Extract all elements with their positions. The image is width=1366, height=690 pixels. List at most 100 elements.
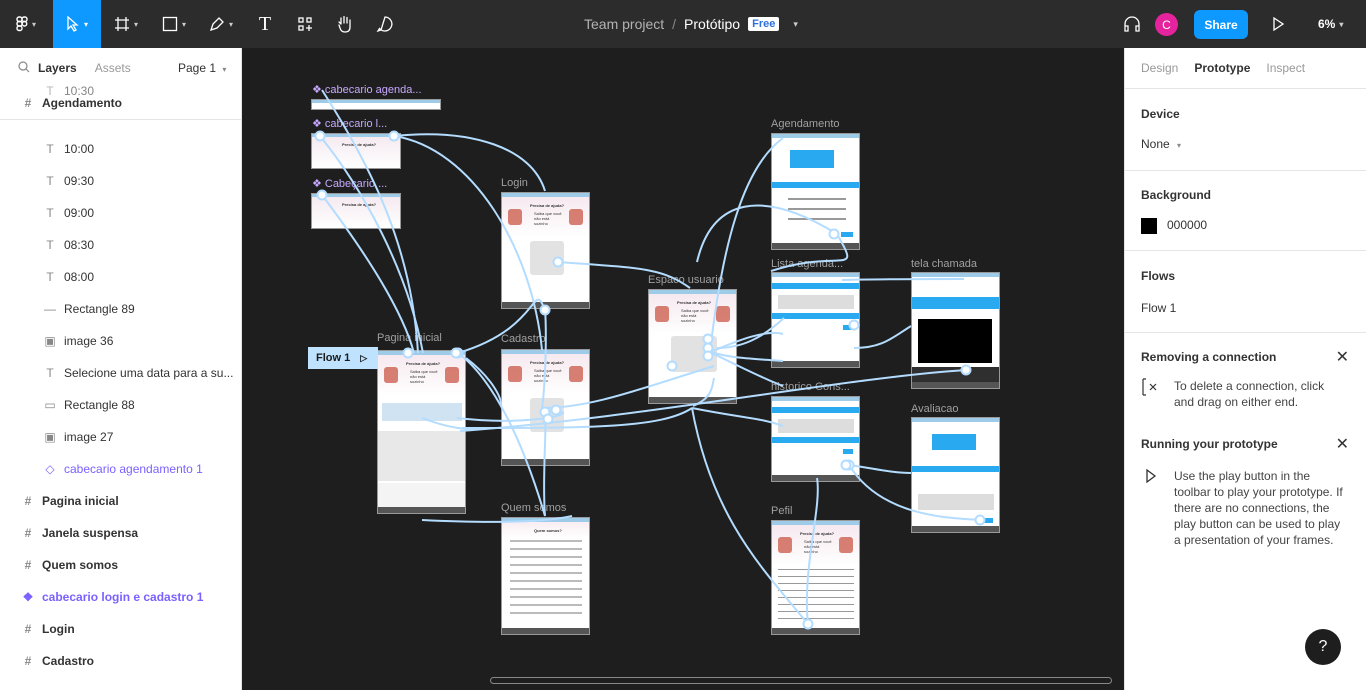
tip-body: To delete a connection, click and drag o… [1174, 379, 1325, 409]
frame-label-text: cabecario l... [324, 118, 388, 130]
resources-button[interactable] [290, 0, 320, 48]
file-name[interactable]: Protótipo [684, 16, 740, 32]
tab-assets[interactable]: Assets [95, 61, 131, 75]
play-icon[interactable]: ▷ [360, 353, 367, 364]
frame-label[interactable]: tela chamada [911, 258, 977, 270]
header-bar [312, 194, 400, 197]
layer-item[interactable]: T 10:00 [0, 133, 241, 165]
help-button[interactable]: ? [1305, 629, 1341, 665]
device-select[interactable]: None ▾ [1141, 137, 1351, 151]
layer-item[interactable]: # Quem somos [0, 549, 241, 581]
close-icon[interactable]: ✕ [1336, 434, 1349, 454]
layer-item[interactable]: — Rectangle 89 [0, 293, 241, 325]
layer-item[interactable]: T 08:30 [0, 229, 241, 261]
share-button[interactable]: Share [1194, 10, 1248, 39]
close-icon[interactable]: ✕ [1336, 347, 1349, 367]
page-selector[interactable]: Page 1 ▾ [178, 61, 226, 75]
background-hex[interactable]: 000000 [1167, 218, 1207, 232]
frame-thumbnail[interactable]: Precisa de ajuda? [311, 133, 401, 169]
main-menu-button[interactable]: ▾ [0, 0, 52, 48]
canvas[interactable]: ❖ cabecario agenda... ❖ cabecario l... Preci… [242, 48, 1124, 690]
tab-layers[interactable]: Layers [38, 61, 77, 75]
form-line [778, 569, 854, 570]
tab-inspect[interactable]: Inspect [1266, 61, 1305, 75]
hand-icon [338, 15, 351, 33]
frame-thumbnail[interactable]: Quem somos? [501, 517, 590, 635]
connection-line[interactable] [465, 357, 503, 407]
color-swatch[interactable] [1141, 218, 1157, 234]
text-layer-icon: T [46, 142, 54, 156]
layer-item[interactable]: T 09:00 [0, 197, 241, 229]
frame-label[interactable]: Pefil [771, 505, 792, 517]
frame-thumbnail[interactable] [911, 272, 1000, 389]
frame-thumbnail[interactable] [911, 417, 1000, 533]
hand-tool-button[interactable] [330, 0, 360, 48]
layer-item[interactable]: # Cadastro [0, 645, 241, 677]
frame-label[interactable]: ❖ cabecario agenda... [312, 83, 422, 96]
team-name-link[interactable]: Team project [584, 16, 664, 32]
layer-item[interactable]: T 10:30 [0, 75, 241, 107]
layer-item[interactable]: ▣ image 36 [0, 325, 241, 357]
layer-item[interactable]: ❖ cabecario login e cadastro 1 [0, 581, 241, 613]
toolbar: ▾ ▾ ▾ ▾ ▾ T Team project / Protótipo Fre… [0, 0, 1366, 48]
move-tool-button[interactable]: ▾ [53, 0, 101, 48]
user-avatar[interactable]: C [1155, 13, 1178, 36]
text-tool-button[interactable]: T [252, 0, 278, 48]
flow-item[interactable]: Flow 1 [1141, 301, 1351, 315]
component-icon: ❖ [312, 84, 322, 96]
text-line [510, 540, 582, 542]
frame-thumbnail[interactable]: Precisa de ajuda? Saiba que você não está… [501, 349, 590, 466]
layer-item[interactable]: # Login [0, 613, 241, 645]
frame-thumbnail[interactable] [771, 272, 860, 368]
frame-label[interactable]: Lista agenda... [771, 258, 843, 270]
frame-thumbnail[interactable]: Precisa de ajuda? [311, 193, 401, 229]
search-icon[interactable] [18, 60, 30, 76]
layer-item[interactable]: ▭ Rectangle 88 [0, 389, 241, 421]
shape-tool-button[interactable]: ▾ [154, 0, 194, 48]
frame-label[interactable]: Pagina inicial [377, 332, 442, 344]
frame-label[interactable]: ❖ cabecario l... [312, 117, 387, 130]
connection-line[interactable] [853, 325, 912, 349]
frame-thumbnail[interactable] [311, 99, 441, 110]
plan-badge[interactable]: Free [748, 17, 780, 31]
frame-label[interactable]: Quem somos [501, 502, 566, 514]
comment-tool-button[interactable] [370, 0, 400, 48]
file-menu-chevron-icon[interactable]: ▾ [793, 19, 798, 30]
frame-tool-button[interactable]: ▾ [106, 0, 146, 48]
horizontal-scrollbar[interactable] [490, 677, 1112, 684]
frame-thumbnail[interactable]: Precisa de ajuda? Saiba que você não está… [377, 350, 466, 514]
tab-prototype[interactable]: Prototype [1194, 61, 1250, 75]
form-line [778, 618, 854, 619]
mini-subheading: Saiba que você não está sozinho [681, 308, 709, 323]
frame-label[interactable]: Agendamento [771, 118, 840, 130]
frame-label[interactable]: historico Cons... [771, 381, 850, 393]
layer-item[interactable]: ▣ image 27 [0, 421, 241, 453]
tab-design[interactable]: Design [1141, 61, 1178, 75]
layer-item[interactable]: T 08:00 [0, 261, 241, 293]
layer-item[interactable]: ◇ cabecario agendamento 1 [0, 453, 241, 485]
frame-label[interactable]: Cadastro [501, 333, 546, 345]
chevron-down-icon: ▾ [1177, 141, 1182, 150]
frame-label[interactable]: Login [501, 177, 528, 189]
frame-label[interactable]: Avaliacao [911, 403, 959, 415]
frame-thumbnail[interactable]: Precisa de ajuda? Saiba que você não está… [648, 289, 737, 404]
frame-thumbnail[interactable] [771, 133, 860, 250]
frame-thumbnail[interactable]: Precisa de ajuda? Saiba que você não está… [771, 520, 860, 635]
layer-item[interactable]: # Pagina inicial [0, 485, 241, 517]
zoom-menu[interactable]: 6% ▾ [1318, 0, 1343, 48]
frame-label[interactable]: Espaco usuario [648, 274, 724, 286]
background-color-field[interactable]: 000000 [1141, 218, 1351, 234]
frame-thumbnail[interactable]: Precisa de ajuda? Saiba que você não está… [501, 192, 590, 309]
present-button[interactable] [1266, 0, 1290, 48]
flows-section: Flows Flow 1 [1125, 250, 1366, 332]
audio-button[interactable] [1120, 0, 1144, 48]
flow-starting-point[interactable]: Flow 1 ▷ [308, 347, 378, 369]
layer-item[interactable]: T 09:30 [0, 165, 241, 197]
text-line [510, 596, 582, 598]
frame-thumbnail[interactable] [771, 396, 860, 482]
layer-item[interactable]: # Janela suspensa [0, 517, 241, 549]
layer-item[interactable]: T Selecione uma data para a su... [0, 357, 241, 389]
pen-tool-button[interactable]: ▾ [200, 0, 242, 48]
connection-line[interactable] [691, 407, 784, 427]
frame-label[interactable]: ❖ Cabeçario ... [312, 177, 387, 190]
